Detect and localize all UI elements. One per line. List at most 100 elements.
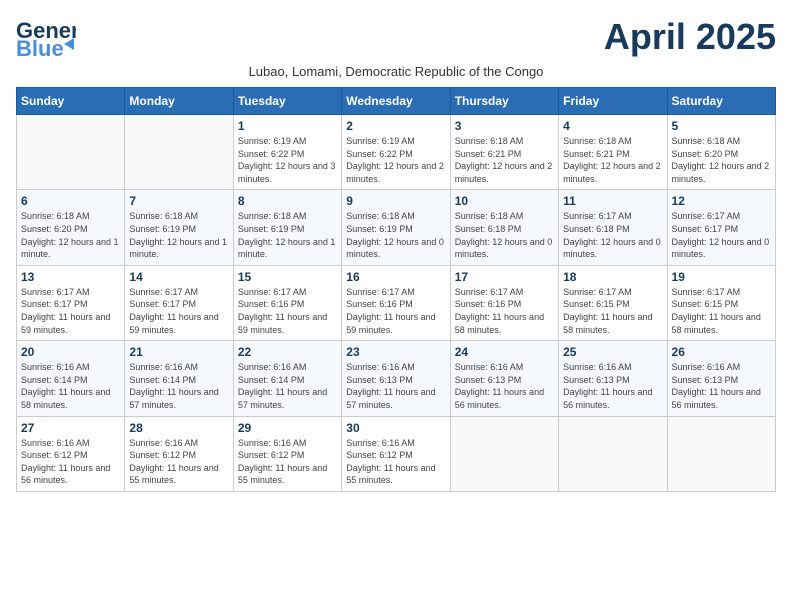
calendar-cell: 14 Sunrise: 6:17 AM Sunset: 6:17 PM Dayli… — [125, 265, 233, 340]
day-info: Sunrise: 6:16 AM Sunset: 6:14 PM Dayligh… — [238, 361, 337, 411]
calendar-cell — [450, 416, 558, 491]
calendar-cell: 29 Sunrise: 6:16 AM Sunset: 6:12 PM Dayli… — [233, 416, 341, 491]
day-number: 6 — [21, 194, 120, 208]
day-number: 15 — [238, 270, 337, 284]
calendar-header-row: SundayMondayTuesdayWednesdayThursdayFrid… — [17, 88, 776, 115]
day-info: Sunrise: 6:18 AM Sunset: 6:19 PM Dayligh… — [346, 210, 445, 260]
day-number: 25 — [563, 345, 662, 359]
day-number: 30 — [346, 421, 445, 435]
day-number: 20 — [21, 345, 120, 359]
day-number: 7 — [129, 194, 228, 208]
calendar-week-row: 27 Sunrise: 6:16 AM Sunset: 6:12 PM Dayli… — [17, 416, 776, 491]
day-info: Sunrise: 6:16 AM Sunset: 6:14 PM Dayligh… — [21, 361, 120, 411]
day-number: 3 — [455, 119, 554, 133]
day-number: 23 — [346, 345, 445, 359]
day-number: 24 — [455, 345, 554, 359]
calendar-week-row: 6 Sunrise: 6:18 AM Sunset: 6:20 PM Daylig… — [17, 190, 776, 265]
calendar-cell: 22 Sunrise: 6:16 AM Sunset: 6:14 PM Dayli… — [233, 341, 341, 416]
calendar-cell: 7 Sunrise: 6:18 AM Sunset: 6:19 PM Daylig… — [125, 190, 233, 265]
day-number: 28 — [129, 421, 228, 435]
calendar-cell: 19 Sunrise: 6:17 AM Sunset: 6:15 PM Dayli… — [667, 265, 775, 340]
calendar-cell — [17, 115, 125, 190]
day-number: 14 — [129, 270, 228, 284]
day-info: Sunrise: 6:18 AM Sunset: 6:21 PM Dayligh… — [455, 135, 554, 185]
day-number: 4 — [563, 119, 662, 133]
calendar-cell: 26 Sunrise: 6:16 AM Sunset: 6:13 PM Dayli… — [667, 341, 775, 416]
calendar-week-row: 13Sunrise: 6:17 AM Sunset: 6:17 PM Dayli… — [17, 265, 776, 340]
day-info: Sunrise: 6:18 AM Sunset: 6:18 PM Dayligh… — [455, 210, 554, 260]
calendar-cell — [667, 416, 775, 491]
day-number: 2 — [346, 119, 445, 133]
day-info: Sunrise: 6:18 AM Sunset: 6:20 PM Dayligh… — [672, 135, 771, 185]
column-header-wednesday: Wednesday — [342, 88, 450, 115]
column-header-tuesday: Tuesday — [233, 88, 341, 115]
calendar-week-row: 20 Sunrise: 6:16 AM Sunset: 6:14 PM Dayli… — [17, 341, 776, 416]
day-info: Sunrise: 6:17 AM Sunset: 6:15 PM Dayligh… — [672, 286, 771, 336]
day-info: Sunrise: 6:18 AM Sunset: 6:21 PM Dayligh… — [563, 135, 662, 185]
page-header: General Blue April 2025 — [16, 16, 776, 60]
day-number: 1 — [238, 119, 337, 133]
day-info: Sunrise: 6:18 AM Sunset: 6:19 PM Dayligh… — [238, 210, 337, 260]
day-info: Sunrise: 6:16 AM Sunset: 6:12 PM Dayligh… — [21, 437, 120, 487]
calendar-cell: 10 Sunrise: 6:18 AM Sunset: 6:18 PM Dayli… — [450, 190, 558, 265]
page-subtitle: Lubao, Lomami, Democratic Republic of th… — [16, 64, 776, 79]
day-info: Sunrise: 6:16 AM Sunset: 6:13 PM Dayligh… — [346, 361, 445, 411]
calendar-cell: 23 Sunrise: 6:16 AM Sunset: 6:13 PM Dayli… — [342, 341, 450, 416]
day-number: 21 — [129, 345, 228, 359]
day-number: 27 — [21, 421, 120, 435]
calendar-cell: 27 Sunrise: 6:16 AM Sunset: 6:12 PM Dayli… — [17, 416, 125, 491]
calendar-cell: 11 Sunrise: 6:17 AM Sunset: 6:18 PM Dayli… — [559, 190, 667, 265]
day-number: 16 — [346, 270, 445, 284]
logo: General Blue — [16, 16, 76, 60]
day-number: 19 — [672, 270, 771, 284]
calendar-cell — [559, 416, 667, 491]
day-info: Sunrise: 6:16 AM Sunset: 6:12 PM Dayligh… — [129, 437, 228, 487]
day-number: 22 — [238, 345, 337, 359]
calendar-cell: 15 Sunrise: 6:17 AM Sunset: 6:16 PM Dayli… — [233, 265, 341, 340]
day-info: Sunrise: 6:16 AM Sunset: 6:13 PM Dayligh… — [672, 361, 771, 411]
day-number: 8 — [238, 194, 337, 208]
day-number: 29 — [238, 421, 337, 435]
calendar-cell: 28 Sunrise: 6:16 AM Sunset: 6:12 PM Dayli… — [125, 416, 233, 491]
calendar-cell: 20 Sunrise: 6:16 AM Sunset: 6:14 PM Dayli… — [17, 341, 125, 416]
day-info: Sunrise: 6:17 AM Sunset: 6:17 PM Dayligh… — [21, 286, 120, 336]
day-number: 10 — [455, 194, 554, 208]
calendar-week-row: 1 Sunrise: 6:19 AM Sunset: 6:22 PM Daylig… — [17, 115, 776, 190]
day-number: 26 — [672, 345, 771, 359]
calendar-cell: 1 Sunrise: 6:19 AM Sunset: 6:22 PM Daylig… — [233, 115, 341, 190]
day-info: Sunrise: 6:16 AM Sunset: 6:14 PM Dayligh… — [129, 361, 228, 411]
day-info: Sunrise: 6:16 AM Sunset: 6:13 PM Dayligh… — [563, 361, 662, 411]
calendar-cell: 4 Sunrise: 6:18 AM Sunset: 6:21 PM Daylig… — [559, 115, 667, 190]
day-number: 11 — [563, 194, 662, 208]
day-info: Sunrise: 6:16 AM Sunset: 6:12 PM Dayligh… — [238, 437, 337, 487]
column-header-sunday: Sunday — [17, 88, 125, 115]
day-info: Sunrise: 6:16 AM Sunset: 6:12 PM Dayligh… — [346, 437, 445, 487]
day-info: Sunrise: 6:16 AM Sunset: 6:13 PM Dayligh… — [455, 361, 554, 411]
day-info: Sunrise: 6:17 AM Sunset: 6:16 PM Dayligh… — [346, 286, 445, 336]
day-info: Sunrise: 6:17 AM Sunset: 6:16 PM Dayligh… — [238, 286, 337, 336]
calendar-cell: 12 Sunrise: 6:17 AM Sunset: 6:17 PM Dayli… — [667, 190, 775, 265]
day-number: 18 — [563, 270, 662, 284]
day-info: Sunrise: 6:18 AM Sunset: 6:19 PM Dayligh… — [129, 210, 228, 260]
day-info: Sunrise: 6:17 AM Sunset: 6:17 PM Dayligh… — [129, 286, 228, 336]
month-title: April 2025 — [604, 16, 776, 58]
calendar-cell: 18Sunrise: 6:17 AM Sunset: 6:15 PM Dayli… — [559, 265, 667, 340]
day-info: Sunrise: 6:18 AM Sunset: 6:20 PM Dayligh… — [21, 210, 120, 260]
column-header-thursday: Thursday — [450, 88, 558, 115]
column-header-friday: Friday — [559, 88, 667, 115]
calendar-cell: 25 Sunrise: 6:16 AM Sunset: 6:13 PM Dayli… — [559, 341, 667, 416]
calendar-cell: 17 Sunrise: 6:17 AM Sunset: 6:16 PM Dayli… — [450, 265, 558, 340]
calendar-table: SundayMondayTuesdayWednesdayThursdayFrid… — [16, 87, 776, 492]
day-info: Sunrise: 6:19 AM Sunset: 6:22 PM Dayligh… — [346, 135, 445, 185]
calendar-cell — [125, 115, 233, 190]
calendar-cell: 6 Sunrise: 6:18 AM Sunset: 6:20 PM Daylig… — [17, 190, 125, 265]
day-number: 17 — [455, 270, 554, 284]
column-header-saturday: Saturday — [667, 88, 775, 115]
day-info: Sunrise: 6:19 AM Sunset: 6:22 PM Dayligh… — [238, 135, 337, 185]
calendar-cell: 5Sunrise: 6:18 AM Sunset: 6:20 PM Daylig… — [667, 115, 775, 190]
day-info: Sunrise: 6:17 AM Sunset: 6:18 PM Dayligh… — [563, 210, 662, 260]
day-number: 12 — [672, 194, 771, 208]
day-number: 9 — [346, 194, 445, 208]
day-info: Sunrise: 6:17 AM Sunset: 6:16 PM Dayligh… — [455, 286, 554, 336]
day-info: Sunrise: 6:17 AM Sunset: 6:17 PM Dayligh… — [672, 210, 771, 260]
